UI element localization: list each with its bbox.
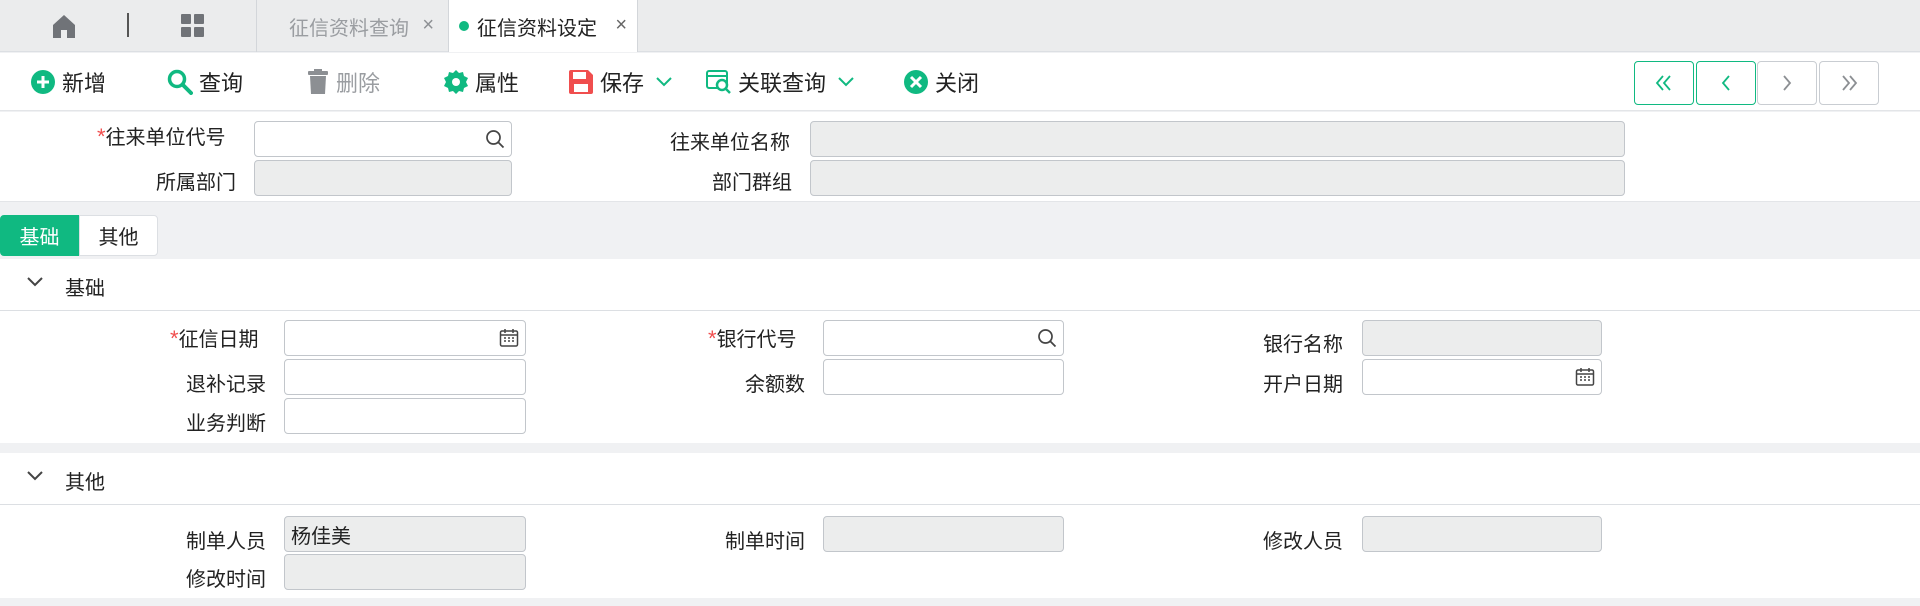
properties-button[interactable]: 属性 [443,53,519,111]
modified-time-field [284,554,526,590]
search-icon [167,69,193,95]
related-query-label: 关联查询 [738,71,827,96]
required-mark: * [708,326,717,351]
calendar-icon[interactable] [499,328,519,348]
tab-label: 征信资料查询 [289,17,409,40]
search-icon[interactable] [485,129,505,149]
refund-record-label: 退补记录 [186,374,266,396]
partner-code-input[interactable] [254,121,512,157]
business-judgment-label: 业务判断 [186,413,266,435]
partner-name-field [810,121,1625,157]
grid-icon[interactable] [180,13,206,39]
delete-label: 删除 [336,71,381,96]
chevron-down-icon[interactable] [27,471,43,481]
bank-code-input[interactable] [823,320,1064,356]
related-query-icon [706,70,731,94]
tab-other[interactable]: 其他 [79,215,158,256]
modifier-field [1362,516,1602,552]
required-mark: * [170,326,179,351]
basic-panel: 基础 *征信日期 *银行代号 银行名称 退补记录 余额数 开户日期 业务判断 [0,259,1920,443]
tab-basic[interactable]: 基础 [0,215,79,256]
chevron-down-icon[interactable] [838,77,854,87]
properties-label: 属性 [475,71,520,96]
save-button[interactable]: 保存 [568,53,672,111]
close-circle-icon [904,70,928,94]
creator-field: 杨佳美 [284,516,526,552]
other-panel-header[interactable]: 其他 [0,453,1920,505]
department-group-label: 部门群组 [712,172,792,194]
tab-bar: 征信资料查询 × 征信资料设定 × [0,0,1920,52]
toolbar: 新增 查询 删除 属性 保存 关联查询 关闭 [0,53,1920,111]
department-group-field [810,160,1625,196]
creator-label: 制单人员 [186,531,266,553]
credit-date-label: *征信日期 [170,323,259,352]
tab-bar-divider [127,13,129,37]
tab-credit-info-setting[interactable]: 征信资料设定 × [448,0,638,52]
partner-name-label: 往来单位名称 [670,132,790,154]
chevron-down-icon[interactable] [27,277,43,287]
required-mark: * [97,124,106,149]
gear-icon [444,70,468,94]
basic-panel-header[interactable]: 基础 [0,259,1920,311]
save-label: 保存 [600,71,645,96]
query-button[interactable]: 查询 [167,53,243,111]
related-query-button[interactable]: 关联查询 [706,53,854,111]
prev-page-icon [1721,75,1730,91]
bank-code-label: *银行代号 [708,323,797,352]
department-label: 所属部门 [156,172,236,194]
last-page-icon [1842,75,1858,91]
header-form: *往来单位代号 往来单位名称 所属部门 部门群组 [0,112,1920,202]
close-button[interactable]: 关闭 [903,53,979,111]
open-date-input[interactable] [1362,359,1602,395]
basic-panel-title: 基础 [65,278,105,300]
active-tab-dot [459,21,469,31]
business-judgment-input[interactable] [284,398,526,434]
balance-input[interactable] [823,359,1064,395]
tab-credit-info-query[interactable]: 征信资料查询 × [256,0,448,52]
close-icon[interactable]: × [422,14,434,37]
trash-icon [308,69,328,94]
modified-time-label: 修改时间 [186,569,266,591]
partner-code-label-text: 往来单位代号 [105,127,226,149]
bank-code-label-text: 银行代号 [716,329,797,351]
new-button[interactable]: 新增 [30,53,106,111]
section-tabs: 基础 其他 [0,215,158,257]
last-page-button[interactable] [1819,61,1879,105]
department-field [254,160,512,196]
close-label: 关闭 [935,71,980,96]
next-page-icon [1783,75,1792,91]
search-icon[interactable] [1037,328,1057,348]
save-icon [569,70,593,94]
chevron-down-icon[interactable] [656,77,672,87]
bank-name-field [1362,320,1602,356]
modifier-label: 修改人员 [1263,531,1343,553]
other-panel-title: 其他 [65,472,105,494]
created-time-field [823,516,1064,552]
calendar-icon[interactable] [1575,367,1595,387]
delete-button[interactable]: 删除 [306,53,380,111]
other-panel: 其他 制单人员 杨佳美 制单时间 修改人员 修改时间 [0,453,1920,598]
first-page-button[interactable] [1634,61,1694,105]
credit-date-label-text: 征信日期 [178,329,259,351]
query-label: 查询 [199,71,244,96]
tab-label: 征信资料设定 [477,17,597,40]
created-time-label: 制单时间 [725,531,805,553]
open-date-label: 开户日期 [1263,374,1343,396]
next-page-button[interactable] [1757,61,1817,105]
creator-value: 杨佳美 [291,525,351,548]
balance-label: 余额数 [745,374,805,396]
close-icon[interactable]: × [615,14,627,37]
credit-date-input[interactable] [284,320,526,356]
plus-circle-icon [31,70,55,94]
partner-code-label: *往来单位代号 [97,121,226,150]
refund-record-input[interactable] [284,359,526,395]
first-page-icon [1655,75,1671,91]
bank-name-label: 银行名称 [1263,334,1343,356]
home-icon[interactable] [50,12,78,40]
new-label: 新增 [62,71,107,96]
prev-page-button[interactable] [1696,61,1756,105]
